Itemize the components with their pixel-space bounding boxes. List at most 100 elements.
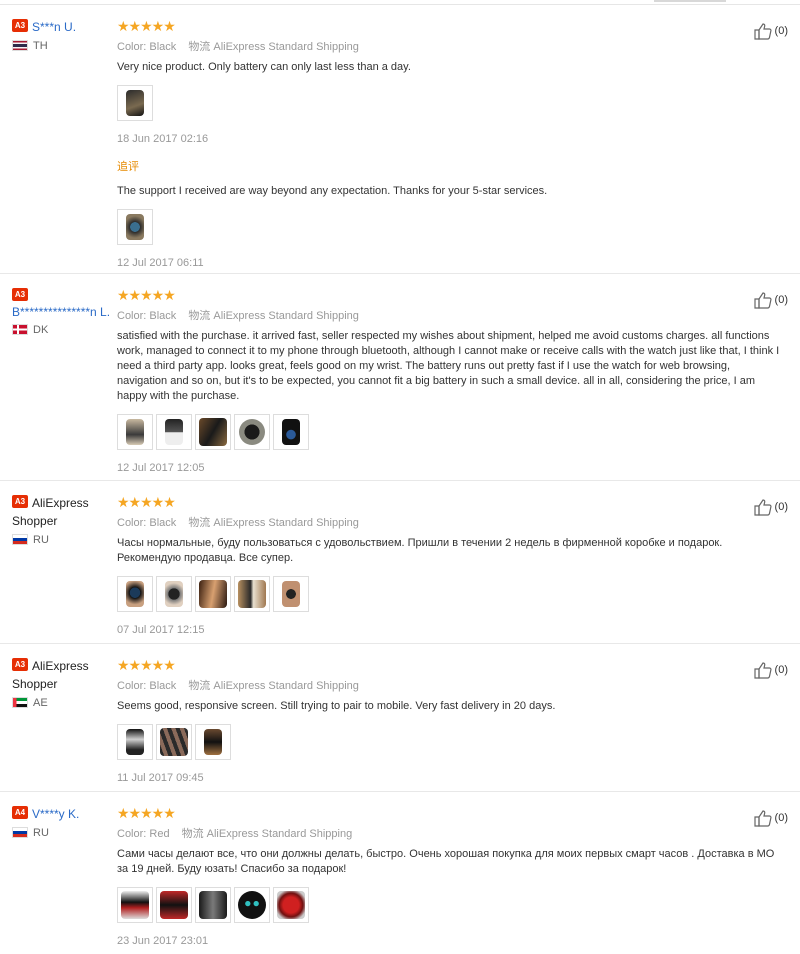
order-info: Color: Black 物流 AliExpress Standard Shipp…	[117, 679, 780, 693]
review-photo[interactable]	[195, 887, 231, 923]
review-date: 23 Jun 2017 23:01	[117, 935, 209, 947]
review-photo[interactable]	[273, 414, 309, 450]
logistics-value: AliExpress Standard Shipping	[213, 41, 359, 53]
logistics-label: 物流	[188, 680, 211, 692]
sort-tab-stub[interactable]	[654, 0, 726, 2]
review-photo[interactable]	[273, 576, 309, 612]
reviewer-country: DK	[12, 323, 112, 337]
reviewer-country: RU	[12, 826, 112, 840]
star-rating: ★★★★★	[117, 805, 176, 821]
review-date: 18 Jun 2017 02:16	[117, 133, 209, 145]
helpful-button[interactable]: (0)	[753, 291, 788, 309]
reviewer-country: AE	[12, 696, 112, 710]
buyer-level-badge: A3	[12, 19, 28, 32]
thumbs-up-icon	[753, 23, 772, 40]
logistics-value: AliExpress Standard Shipping	[213, 680, 359, 692]
additional-review-date: 12 Jul 2017 06:11	[117, 257, 204, 269]
review-photo[interactable]	[117, 414, 153, 450]
buyer-level-badge: A4	[12, 806, 28, 819]
review-item: A3 AliExpress Shopper AE ★★★★★ Color: Bla…	[0, 645, 800, 792]
order-info: Color: Red 物流 AliExpress Standard Shippin…	[117, 827, 780, 841]
review-photo[interactable]	[156, 887, 192, 923]
helpful-count: (0)	[774, 25, 788, 37]
color-label: Color:	[117, 680, 147, 692]
color-label: Color:	[117, 828, 147, 840]
buyer-level-badge: A3	[12, 658, 28, 671]
buyer-level-badge: A3	[12, 288, 28, 301]
reviewer-name[interactable]: V****y K.	[32, 807, 79, 821]
review-photo[interactable]	[195, 414, 231, 450]
buyer-level-badge: A3	[12, 495, 28, 508]
thumbs-up-icon	[753, 662, 772, 679]
flag-icon	[12, 324, 28, 335]
logistics-label: 物流	[188, 41, 211, 53]
order-info: Color: Black 物流 AliExpress Standard Shipp…	[117, 516, 780, 530]
review-photo[interactable]	[156, 724, 192, 760]
review-content: ★★★★★ Color: Black 物流 AliExpress Standard…	[117, 494, 780, 637]
reviewer-name[interactable]: B***************n L.	[12, 305, 112, 320]
flag-icon	[12, 40, 28, 51]
reviewer-info: A3 S***n U. TH	[12, 18, 112, 53]
review-text: satisfied with the purchase. it arrived …	[117, 330, 780, 402]
color-value: Black	[149, 517, 177, 529]
flag-icon	[12, 534, 28, 545]
order-info: Color: Black 物流 AliExpress Standard Shipp…	[117, 40, 780, 54]
helpful-count: (0)	[774, 294, 788, 306]
order-info: Color: Black 物流 AliExpress Standard Shipp…	[117, 309, 780, 323]
additional-review-text: The support I received are way beyond an…	[117, 185, 548, 197]
review-text: Very nice product. Only battery can only…	[117, 61, 411, 73]
helpful-count: (0)	[774, 501, 788, 513]
reviewer-country: TH	[12, 39, 112, 53]
review-photo[interactable]	[117, 85, 153, 121]
star-rating: ★★★★★	[117, 287, 176, 303]
color-value: Red	[149, 828, 170, 840]
review-item: A3 B***************n L. DK ★★★★★ Color: B…	[0, 275, 800, 481]
review-photo[interactable]	[234, 414, 270, 450]
color-value: Black	[149, 41, 177, 53]
helpful-button[interactable]: (0)	[753, 809, 788, 827]
review-photo[interactable]	[117, 576, 153, 612]
country-code: DK	[33, 324, 49, 336]
star-rating: ★★★★★	[117, 18, 176, 34]
review-photo[interactable]	[156, 576, 192, 612]
review-text: Сами часы делают все, что они должны дел…	[117, 848, 775, 875]
reviewer-info: A4 V****y K. RU	[12, 805, 112, 840]
logistics-value: AliExpress Standard Shipping	[206, 828, 353, 840]
review-photo[interactable]	[234, 576, 270, 612]
review-photo[interactable]	[117, 724, 153, 760]
color-label: Color:	[117, 517, 147, 529]
flag-icon	[12, 697, 28, 708]
reviewer-info: A3 B***************n L. DK	[12, 287, 112, 337]
color-label: Color:	[117, 310, 147, 322]
review-photo[interactable]	[117, 887, 153, 923]
thumbs-up-icon	[753, 292, 772, 309]
thumbs-up-icon	[753, 810, 772, 827]
review-text: Seems good, responsive screen. Still try…	[117, 700, 556, 712]
review-photos	[117, 887, 780, 923]
review-item: A4 V****y K. RU ★★★★★ Color: Red 物流 AliExp…	[0, 793, 800, 954]
helpful-button[interactable]: (0)	[753, 498, 788, 516]
helpful-button[interactable]: (0)	[753, 22, 788, 40]
logistics-value: AliExpress Standard Shipping	[213, 310, 359, 322]
reviewer-name[interactable]: S***n U.	[32, 20, 76, 34]
review-photo[interactable]	[195, 724, 231, 760]
review-photo[interactable]	[195, 576, 231, 612]
review-photo[interactable]	[156, 414, 192, 450]
review-content: ★★★★★ Color: Red 物流 AliExpress Standard S…	[117, 805, 780, 948]
star-rating: ★★★★★	[117, 494, 176, 510]
helpful-count: (0)	[774, 664, 788, 676]
additional-review-label: 追评	[117, 161, 139, 173]
helpful-button[interactable]: (0)	[753, 661, 788, 679]
flag-icon	[12, 827, 28, 838]
review-photo[interactable]	[273, 887, 309, 923]
reviewer-country: RU	[12, 533, 112, 547]
review-date: 12 Jul 2017 12:05	[117, 462, 205, 474]
review-photo[interactable]	[234, 887, 270, 923]
review-date: 07 Jul 2017 12:15	[117, 624, 205, 636]
country-code: RU	[33, 534, 49, 546]
logistics-label: 物流	[181, 828, 204, 840]
review-photo[interactable]	[117, 209, 153, 245]
logistics-label: 物流	[188, 517, 211, 529]
review-photos	[117, 85, 780, 121]
review-date: 11 Jul 2017 09:45	[117, 772, 204, 784]
